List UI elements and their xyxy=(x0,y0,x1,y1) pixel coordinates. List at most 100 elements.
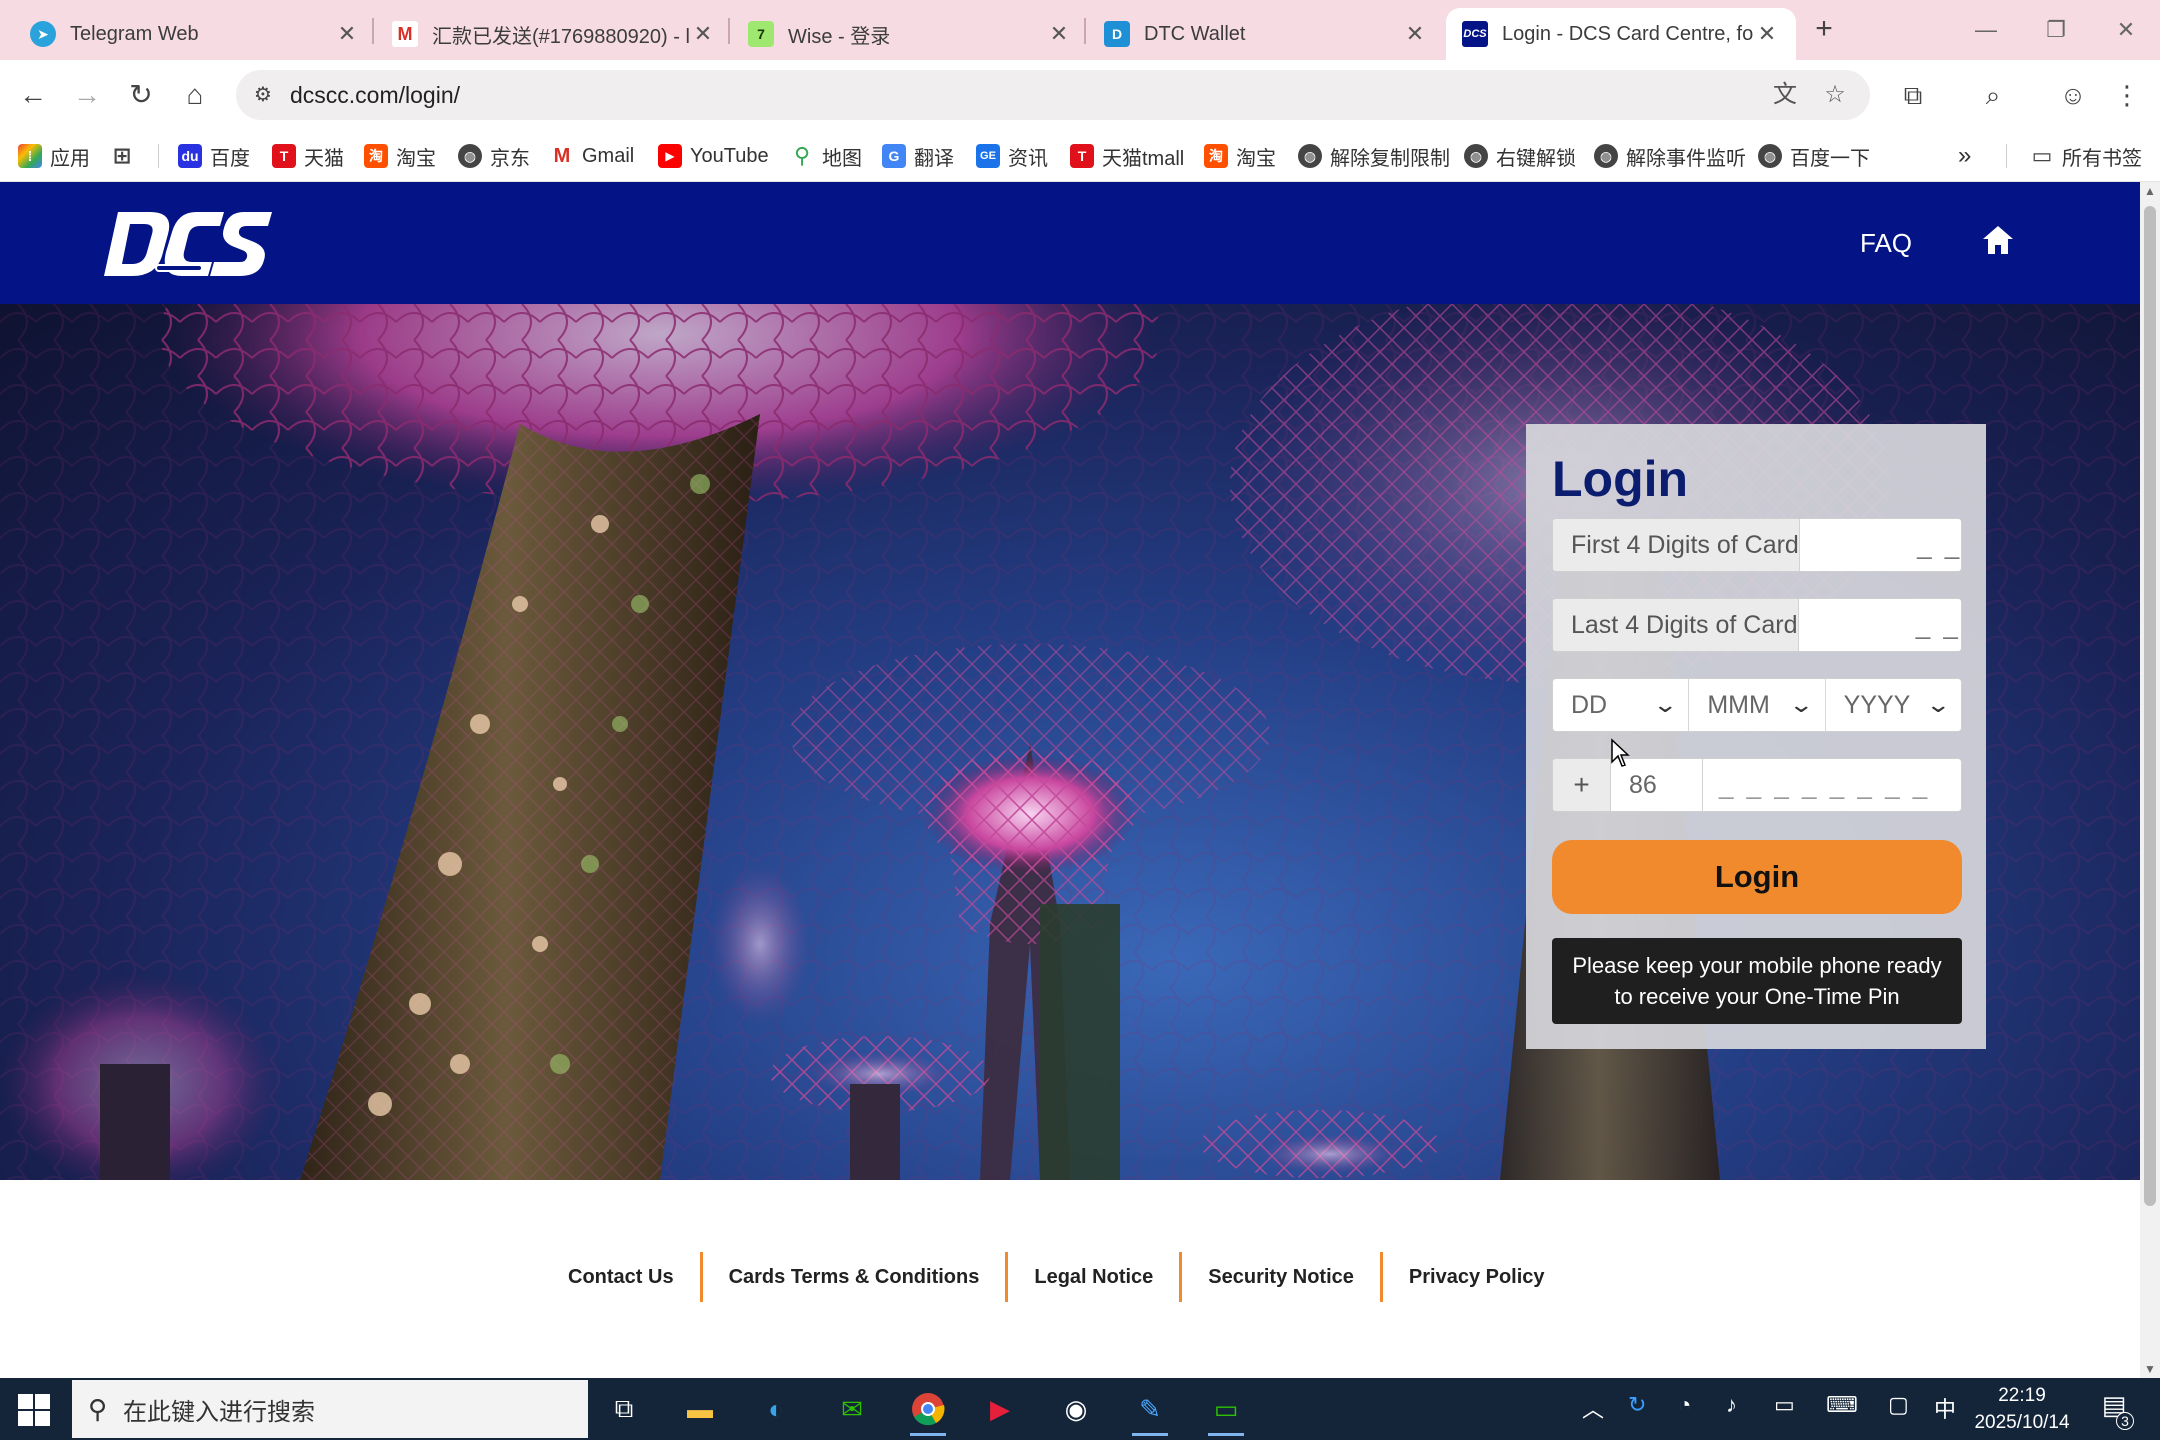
network-icon[interactable]: ◔ xyxy=(1678,1392,1691,1418)
show-hidden-icons[interactable]: ︿ xyxy=(1582,1392,1604,1424)
close-tab-icon[interactable]: ✕ xyxy=(690,21,716,47)
reload-icon[interactable]: ↻ xyxy=(120,74,162,116)
media-player-icon[interactable]: ▶ xyxy=(976,1386,1024,1432)
tab-wise[interactable]: 7 Wise - 登录 ✕ xyxy=(732,8,1088,60)
back-icon[interactable]: ← xyxy=(12,74,54,116)
bookmark-tmall-2[interactable]: T 天猫tmall xyxy=(1070,130,1184,182)
edge-icon[interactable]: ◐ xyxy=(752,1386,800,1432)
ime-indicator[interactable]: 中 xyxy=(1934,1392,1956,1424)
taskbar-clock[interactable]: 22:19 2025/10/14 xyxy=(1962,1382,2082,1436)
bookmark-apps[interactable]: ⁞ 应用 xyxy=(18,130,90,182)
volume-icon[interactable]: ♪ xyxy=(1726,1392,1737,1418)
day-select[interactable]: DD ⌄ xyxy=(1553,679,1690,731)
bookmark-label: YouTube xyxy=(690,144,769,167)
security-notice-link[interactable]: Security Notice xyxy=(1179,1252,1380,1302)
url-text[interactable]: dcscc.com/login/ xyxy=(290,70,460,120)
cards-terms-link[interactable]: Cards Terms & Conditions xyxy=(699,1252,1006,1302)
bookmark-taobao-2[interactable]: 淘 淘宝 xyxy=(1204,130,1276,182)
tab-title: 汇款已发送(#1769880920) - li xyxy=(432,25,690,48)
bookmark-unlock-copy[interactable]: ◍ 解除复制限制 xyxy=(1298,130,1450,182)
globe-icon: ◍ xyxy=(1298,144,1322,168)
bookmark-event-listener[interactable]: ◍ 解除事件监听 xyxy=(1594,130,1746,182)
address-bar[interactable]: ⚙ dcscc.com/login/ 文 ☆ xyxy=(236,70,1870,120)
tab-gmail[interactable]: M 汇款已发送(#1769880920) - li ✕ xyxy=(376,8,732,60)
taskbar-search[interactable]: ⚲ 在此键入进行搜索 xyxy=(72,1380,588,1438)
tab-divider xyxy=(1084,18,1086,44)
bookmark-maps[interactable]: ⚲ 地图 xyxy=(790,130,862,182)
first4-input[interactable] xyxy=(1799,519,1961,571)
grid-icon: ⊞ xyxy=(110,143,134,168)
bookmark-tmall[interactable]: T 天猫 xyxy=(272,130,344,182)
privacy-policy-link[interactable]: Privacy Policy xyxy=(1379,1252,1571,1302)
menu-icon[interactable]: ⋮ xyxy=(2106,74,2148,116)
wechat-icon[interactable]: ✉ xyxy=(828,1386,876,1432)
new-tab-button[interactable]: + xyxy=(1806,12,1842,48)
faq-link[interactable]: FAQ xyxy=(1860,228,1912,259)
login-button[interactable]: Login xyxy=(1552,840,1962,914)
dcs-logo[interactable] xyxy=(104,208,272,280)
scroll-down-icon[interactable]: ▼ xyxy=(2140,1362,2160,1376)
app-icon[interactable]: ◉ xyxy=(1052,1386,1100,1432)
close-window-icon[interactable]: ✕ xyxy=(2106,10,2146,50)
close-tab-icon[interactable]: ✕ xyxy=(334,21,360,47)
close-tab-icon[interactable]: ✕ xyxy=(1046,21,1072,47)
bookmark-grid[interactable]: ⊞ xyxy=(110,130,142,182)
bookmark-label: 淘宝 xyxy=(396,147,436,170)
bookmark-baidu[interactable]: du 百度 xyxy=(178,130,250,182)
tab-dtc-wallet[interactable]: D DTC Wallet ✕ xyxy=(1088,8,1444,60)
bookmark-gmail[interactable]: M Gmail xyxy=(550,130,634,182)
translate-icon[interactable]: 文 xyxy=(1768,78,1802,112)
bookmark-star-icon[interactable]: ☆ xyxy=(1818,78,1852,112)
scrollbar-thumb[interactable] xyxy=(2144,206,2156,1206)
month-select[interactable]: MMM ⌄ xyxy=(1689,679,1826,731)
tab-dcs-login[interactable]: DCS Login - DCS Card Centre, for ✕ xyxy=(1446,8,1796,60)
year-select[interactable]: YYYY ⌄ xyxy=(1826,679,1961,731)
minimize-icon[interactable]: — xyxy=(1966,10,2006,50)
phone-plus-label: + xyxy=(1553,759,1611,811)
file-explorer-icon[interactable]: ▬ xyxy=(676,1386,724,1432)
legal-notice-link[interactable]: Legal Notice xyxy=(1005,1252,1179,1302)
bookmark-label: 右键解锁 xyxy=(1496,147,1576,170)
close-tab-icon[interactable]: ✕ xyxy=(1402,21,1428,47)
scroll-up-icon[interactable]: ▲ xyxy=(2140,184,2160,198)
chrome-icon[interactable] xyxy=(904,1386,952,1436)
profile-icon[interactable]: ☺ xyxy=(2052,74,2094,116)
phone-number-input[interactable]: _ _ _ _ _ _ _ _ xyxy=(1703,759,1961,811)
last4-input[interactable] xyxy=(1798,599,1961,651)
otp-note: Please keep your mobile phone ready to r… xyxy=(1552,938,1962,1024)
windows-start-icon[interactable] xyxy=(14,1390,54,1430)
tab-telegram[interactable]: ➤ Telegram Web ✕ xyxy=(14,8,376,60)
close-tab-icon[interactable]: ✕ xyxy=(1754,21,1780,47)
chevron-down-icon: ⌄ xyxy=(1924,692,1951,717)
bookmark-taobao[interactable]: 淘 淘宝 xyxy=(364,130,436,182)
site-info-icon[interactable]: ⚙ xyxy=(246,78,280,112)
extensions-icon[interactable]: ⧉ xyxy=(1892,74,1934,116)
bookmark-translate[interactable]: G 翻译 xyxy=(882,130,954,182)
tablet-mode-icon[interactable]: ▢ xyxy=(1888,1392,1909,1418)
bookmark-youtube[interactable]: ▶ YouTube xyxy=(658,130,769,182)
task-view-icon[interactable]: ⧉ xyxy=(600,1386,648,1432)
globe-icon: ◍ xyxy=(1758,144,1782,168)
restore-icon[interactable]: ❐ xyxy=(2036,10,2076,50)
forward-icon[interactable]: → xyxy=(66,74,108,116)
battery-icon[interactable]: ▭ xyxy=(1774,1392,1795,1418)
home-icon[interactable] xyxy=(1980,222,2016,258)
tmall-icon: T xyxy=(272,144,296,168)
more-bookmarks-icon[interactable]: » xyxy=(1958,130,1971,182)
notification-center-icon[interactable]: ▤ 3 xyxy=(2094,1390,2134,1430)
bookmark-baidu-search[interactable]: ◍ 百度一下 xyxy=(1758,130,1870,182)
bookmark-news[interactable]: GE 资讯 xyxy=(976,130,1048,182)
keyboard-icon[interactable]: ⌨ xyxy=(1826,1392,1858,1418)
all-bookmarks[interactable]: ▭ 所有书签 xyxy=(2030,130,2142,182)
tab-search-icon[interactable]: ⌕ xyxy=(1972,74,2014,116)
gmail-icon: M xyxy=(392,21,418,47)
pen-app-icon[interactable]: ✎ xyxy=(1126,1386,1174,1436)
page-scrollbar[interactable]: ▲ ▼ xyxy=(2140,182,2160,1378)
chat-app-icon[interactable]: ▭ xyxy=(1202,1386,1250,1436)
bookmark-right-click[interactable]: ◍ 右键解锁 xyxy=(1464,130,1576,182)
home-icon[interactable]: ⌂ xyxy=(174,74,216,116)
bookmark-jd[interactable]: ◍ 京东 xyxy=(458,130,530,182)
contact-us-link[interactable]: Contact Us xyxy=(542,1252,700,1302)
app-tray-icon[interactable]: ↻ xyxy=(1628,1392,1646,1418)
baidu-icon: du xyxy=(178,144,202,168)
